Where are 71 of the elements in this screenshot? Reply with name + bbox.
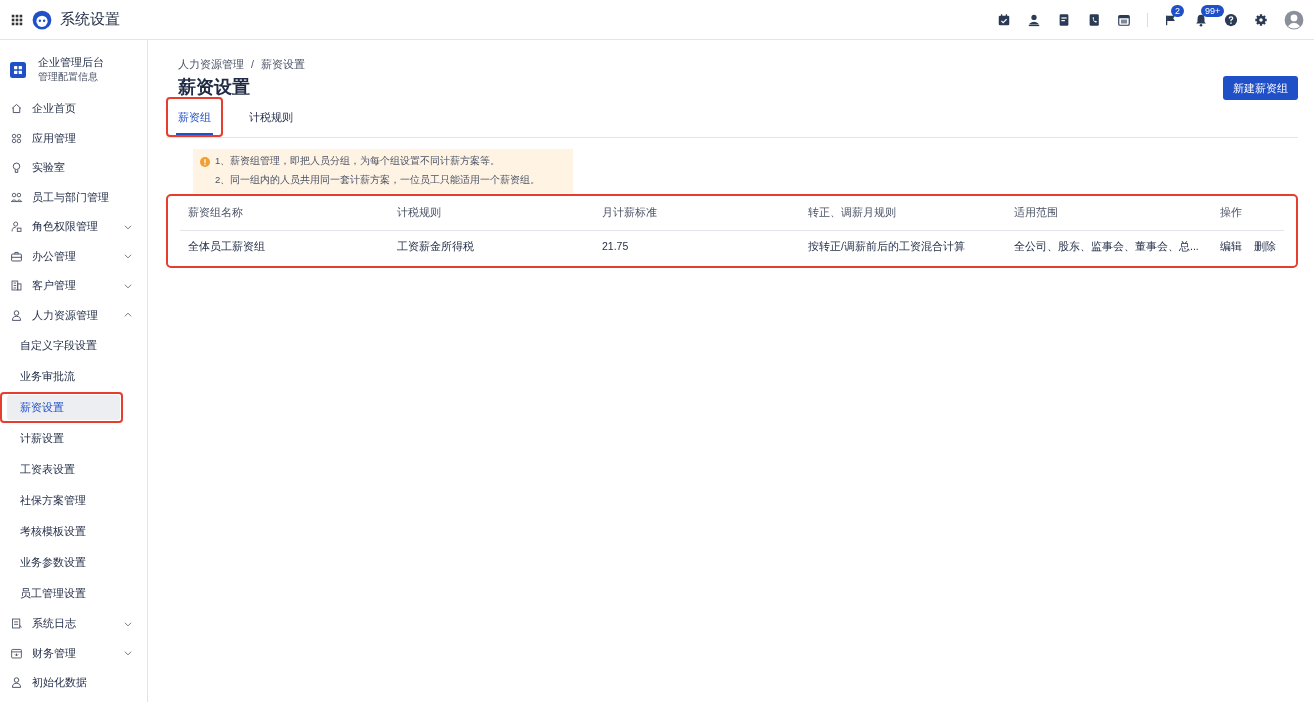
sidebar-item[interactable]: 初始化数据	[0, 668, 147, 698]
tab[interactable]: 计税规则	[247, 110, 295, 135]
page-title: 薪资设置	[178, 76, 251, 99]
tab[interactable]: 薪资组	[176, 110, 213, 135]
sidebar-subitem[interactable]: 薪资设置	[7, 395, 120, 420]
grid-icon	[10, 61, 26, 78]
org-name: 企业管理后台	[38, 55, 104, 70]
document-icon[interactable]	[1057, 12, 1071, 27]
sidebar-item[interactable]: 财务管理	[0, 638, 147, 668]
action-link[interactable]: 删除	[1254, 240, 1276, 254]
calendar-icon[interactable]	[1117, 12, 1131, 27]
app-title: 系统设置	[60, 10, 120, 29]
sidebar-item[interactable]: 员工与部门管理	[0, 182, 147, 212]
breadcrumb-item[interactable]: 人力资源管理	[178, 58, 244, 72]
home-icon	[10, 102, 23, 116]
sidebar-subitem[interactable]: 计薪设置	[7, 426, 120, 451]
breadcrumb-separator: /	[251, 58, 254, 72]
avatar-icon[interactable]	[1284, 9, 1304, 30]
logo-icon	[32, 9, 52, 30]
apps-icon	[10, 131, 23, 145]
action-link[interactable]: 编辑	[1220, 240, 1242, 254]
column-header: 操作	[1219, 205, 1243, 220]
table-cell-text: 全公司、股东、监事会、董事会、总...	[1013, 239, 1200, 254]
sidebar-subitem[interactable]: 社保方案管理	[7, 488, 120, 513]
notice-text: 2、同一组内的人员共用同一套计薪方案，一位员工只能适用一个薪资组。	[215, 174, 541, 187]
sidebar-subitem[interactable]: 考核模板设置	[7, 519, 120, 544]
person-icon	[10, 676, 23, 690]
column-header: 薪资组名称	[187, 205, 244, 220]
sidebar-subitem[interactable]: 业务参数设置	[7, 550, 120, 575]
column-header: 适用范围	[1013, 205, 1059, 220]
briefcase-icon	[10, 249, 23, 263]
table-cell-text: 按转正/调薪前后的工资混合计算	[807, 239, 966, 254]
person-icon[interactable]	[1027, 12, 1041, 27]
people-icon	[10, 190, 23, 204]
sidebar-item[interactable]: 应用管理	[0, 123, 147, 153]
sidebar-item[interactable]: 实验室	[0, 153, 147, 183]
settings-icon[interactable]	[1254, 12, 1268, 27]
column-header: 月计薪标准	[601, 205, 658, 220]
sidebar-item[interactable]: 企业首页	[0, 94, 147, 124]
table-cell-text: 21.75	[601, 239, 630, 254]
sidebar-subitem[interactable]: 自定义字段设置	[7, 333, 120, 358]
table-cell-text: 全体员工薪资组	[187, 239, 266, 254]
sidebar-item[interactable]: 角色权限管理	[0, 212, 147, 242]
column-header: 计税规则	[396, 205, 442, 220]
bulb-icon	[10, 161, 23, 175]
log-icon	[10, 617, 23, 631]
sidebar-subitem[interactable]: 工资表设置	[7, 457, 120, 482]
new-group-button[interactable]: 新建薪资组	[1223, 76, 1298, 100]
phone-book-icon[interactable]	[1087, 12, 1101, 27]
notice-text: 1、薪资组管理，即把人员分组，为每个组设置不同计薪方案等。	[215, 155, 501, 168]
notification-badge: 99+	[1201, 4, 1225, 17]
sidebar-item[interactable]: 客户管理	[0, 271, 147, 301]
sidebar-subitem[interactable]: 业务审批流	[7, 364, 120, 389]
sidebar-item[interactable]: 办公管理	[0, 241, 147, 271]
info-icon	[200, 156, 210, 167]
person-icon	[10, 308, 23, 322]
wallet-icon	[10, 646, 23, 660]
menu-icon[interactable]	[10, 12, 24, 27]
org-subtitle: 管理配置信息	[38, 70, 99, 84]
sidebar-item[interactable]: 系统日志	[0, 609, 147, 639]
sidebar-subitem[interactable]: 员工管理设置	[7, 581, 120, 606]
sidebar-item[interactable]: 人力资源管理	[0, 300, 147, 330]
user-icon	[10, 220, 23, 234]
notification-badge: 2	[1171, 4, 1184, 17]
calendar-check-icon[interactable]	[997, 12, 1011, 27]
bell-icon[interactable]	[1194, 12, 1208, 27]
breadcrumb-item: 薪资设置	[260, 58, 305, 72]
help-icon[interactable]	[1224, 12, 1238, 27]
building-icon	[10, 279, 23, 293]
column-header: 转正、调薪月规则	[807, 205, 897, 220]
table-cell-text: 工资薪金所得税	[396, 239, 475, 254]
